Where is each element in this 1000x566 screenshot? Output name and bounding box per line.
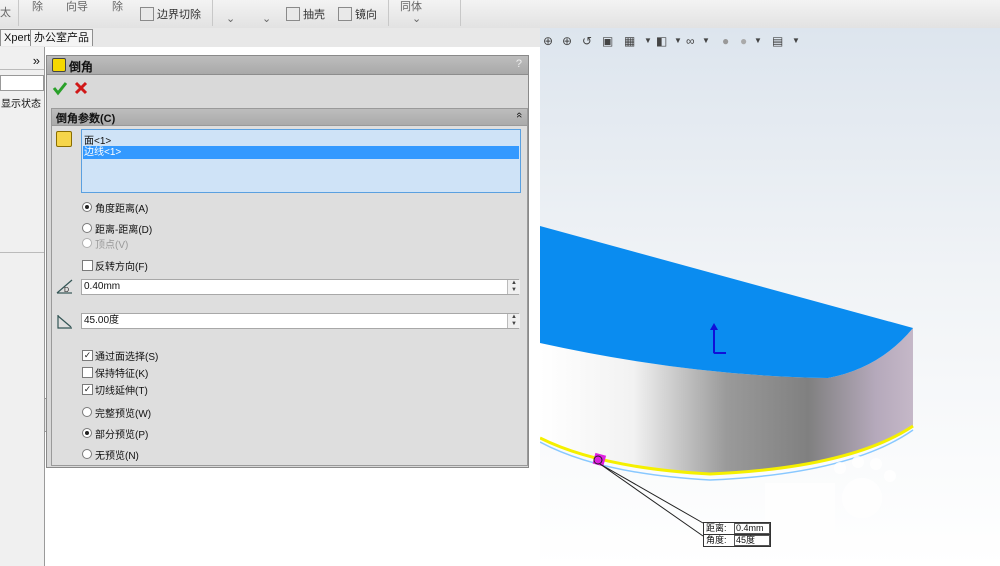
- boundary-cut-icon: [140, 7, 154, 21]
- ribbon-separator: [388, 0, 389, 26]
- selection-item[interactable]: 面<1>: [84, 132, 111, 147]
- distance-distance-label: 距离-距离(D): [95, 225, 153, 236]
- selection-item-selected[interactable]: 边线<1>: [83, 146, 519, 159]
- svg-text:D: D: [64, 287, 69, 294]
- callout-distance-label: 距离:: [706, 523, 727, 533]
- view-orientation-dropdown-icon[interactable]: ▼: [644, 36, 652, 45]
- angle-distance-radio[interactable]: [82, 202, 92, 212]
- boundary-cut-label: 边界切除: [157, 9, 201, 21]
- hide-show-icon[interactable]: ∞: [686, 34, 695, 48]
- panel-search-field[interactable]: [0, 75, 44, 91]
- ribbon-remove-2[interactable]: 除: [112, 0, 123, 28]
- property-title: 倒角: [69, 60, 94, 74]
- mirror-button[interactable]: 镜向: [338, 6, 377, 22]
- mirror-label: 镜向: [355, 9, 377, 21]
- view-orientation-icon[interactable]: ▦: [624, 34, 635, 48]
- panel-header: »: [0, 53, 44, 70]
- view-settings-icon[interactable]: ▤: [772, 34, 783, 48]
- check-icon: [52, 82, 68, 96]
- callout-angle-label: 角度:: [706, 535, 727, 545]
- tab-office-products[interactable]: 办公室产品: [30, 29, 93, 46]
- angle-icon: [57, 315, 72, 329]
- view-settings-dropdown-icon[interactable]: ▼: [792, 36, 800, 45]
- chamfer-parameters-section: 倒角参数(C) « 面<1> 边线<1> 角度距离(A) 距离-距离(D) 顶点…: [51, 108, 528, 466]
- vertex-radio[interactable]: [82, 238, 92, 248]
- chamfer-icon: [52, 58, 66, 72]
- distance-distance-radio[interactable]: [82, 223, 92, 233]
- boundary-cut-button[interactable]: 边界切除: [140, 6, 201, 22]
- flip-direction-label: 反转方向(F): [95, 262, 148, 273]
- zoom-area-icon[interactable]: ⊕: [562, 34, 572, 48]
- cancel-button[interactable]: [73, 80, 89, 96]
- angle-input[interactable]: 45.00度: [81, 313, 519, 329]
- full-preview-radio[interactable]: [82, 407, 92, 417]
- tangent-propagation-checkbox[interactable]: ✓: [82, 384, 93, 395]
- command-ribbon: 太 除 向导 除 边界切除 ⌄ ⌄ 抽壳 镜向 同体 ⌄: [0, 0, 1000, 29]
- ribbon-separator: [18, 0, 19, 26]
- select-through-faces-label: 通过面选择(S): [95, 352, 159, 363]
- partial-preview-label: 部分预览(P): [95, 430, 149, 441]
- vertex-label: 顶点(V): [95, 240, 129, 251]
- ribbon-separator: [212, 0, 213, 26]
- property-title-bar: 倒角 ?: [47, 56, 528, 75]
- keep-features-checkbox[interactable]: [82, 367, 93, 378]
- partial-preview-radio[interactable]: [82, 428, 92, 438]
- help-button[interactable]: ?: [516, 58, 522, 70]
- chamfer-property-manager: 倒角 ? 倒角参数(C) « 面<1> 边线<1> 角度距离(A) 距离-距离(…: [46, 55, 529, 468]
- distance-icon: D: [56, 279, 73, 294]
- collapse-icon[interactable]: «: [513, 112, 525, 118]
- distance-spinner[interactable]: ▲ ▼: [507, 280, 520, 294]
- feature-manager-panel: » 显示状态: [0, 47, 45, 566]
- full-preview-label: 完整预览(W): [95, 409, 152, 420]
- ribbon-separator: [460, 0, 461, 26]
- angle-distance-label: 角度距离(A): [95, 204, 149, 215]
- shell-label: 抽壳: [303, 9, 325, 21]
- scene-icon[interactable]: ●: [740, 34, 747, 48]
- flip-direction-checkbox[interactable]: [82, 260, 93, 271]
- previous-view-icon[interactable]: ↺: [582, 34, 592, 48]
- section-header[interactable]: 倒角参数(C) «: [52, 109, 527, 126]
- angle-spinner[interactable]: ▲ ▼: [507, 314, 520, 328]
- part-model[interactable]: [540, 28, 1000, 566]
- display-style-dropdown-icon[interactable]: ▼: [674, 36, 682, 45]
- watermark-paw-icon: [765, 456, 896, 543]
- callout-distance-value[interactable]: 0.4mm: [734, 523, 770, 534]
- shell-button[interactable]: 抽壳: [286, 6, 325, 22]
- no-preview-radio[interactable]: [82, 449, 92, 459]
- shell-icon: [286, 7, 300, 21]
- no-preview-label: 无预览(N): [95, 451, 139, 462]
- ribbon-remove-1[interactable]: 除: [32, 0, 43, 28]
- angle-callout[interactable]: 角度: 45度: [703, 534, 771, 547]
- appearance-icon[interactable]: ●: [722, 34, 729, 48]
- expand-button[interactable]: »: [33, 53, 40, 68]
- tangent-propagation-label: 切线延伸(T): [95, 386, 148, 397]
- section-view-icon[interactable]: ▣: [602, 34, 613, 48]
- selection-list[interactable]: 面<1> 边线<1>: [81, 129, 521, 193]
- ribbon-wizard[interactable]: 向导: [66, 0, 88, 28]
- panel-divider: [0, 252, 44, 253]
- scene-dropdown-icon[interactable]: ▼: [754, 36, 762, 45]
- section-title: 倒角参数(C): [56, 113, 116, 125]
- edges-faces-icon: [56, 131, 72, 147]
- mirror-icon: [338, 7, 352, 21]
- hide-show-dropdown-icon[interactable]: ▼: [702, 36, 710, 45]
- ok-button[interactable]: [52, 80, 68, 96]
- select-through-faces-checkbox[interactable]: ✓: [82, 350, 93, 361]
- keep-features-label: 保持特征(K): [95, 369, 149, 380]
- callout-angle-value[interactable]: 45度: [734, 535, 770, 546]
- close-icon: [74, 81, 88, 95]
- graphics-viewport[interactable]: ⊕ ⊕ ↺ ▣ ▦ ▼ ◧ ▼ ∞ ▼ ● ● ▼ ▤ ▼ 距离: 0.4mm …: [540, 28, 1000, 566]
- distance-input[interactable]: 0.40mm: [81, 279, 519, 295]
- display-state-label: 显示状态: [1, 99, 41, 110]
- zoom-to-fit-icon[interactable]: ⊕: [543, 34, 553, 48]
- display-style-icon[interactable]: ◧: [656, 34, 667, 48]
